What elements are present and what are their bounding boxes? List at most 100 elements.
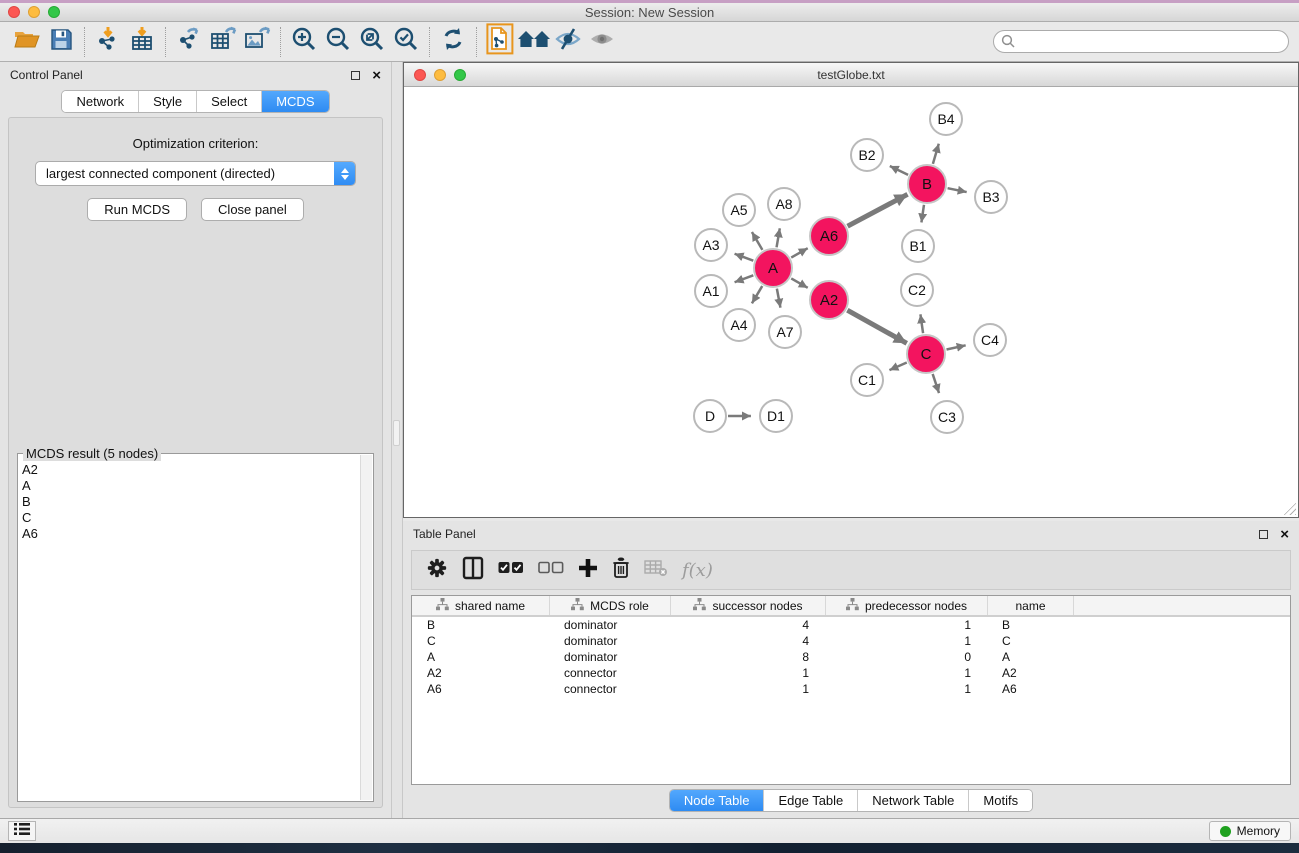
graph-node-C1[interactable]: C1 bbox=[850, 363, 884, 397]
run-mcds-button[interactable]: Run MCDS bbox=[87, 198, 187, 221]
zoom-in-button[interactable] bbox=[287, 26, 321, 58]
memory-button[interactable]: Memory bbox=[1209, 821, 1291, 841]
edge-A-A2[interactable] bbox=[791, 278, 807, 287]
open-session-button[interactable] bbox=[10, 26, 44, 58]
search-input[interactable] bbox=[993, 30, 1289, 53]
close-panel-button[interactable]: Close panel bbox=[201, 198, 304, 221]
add-column-button[interactable] bbox=[578, 558, 598, 583]
tab-edge-table[interactable]: Edge Table bbox=[763, 790, 857, 811]
graph-node-A3[interactable]: A3 bbox=[694, 228, 728, 262]
optimization-criterion-dropdown[interactable]: largest connected component (directed) bbox=[35, 161, 356, 186]
graph-node-C2[interactable]: C2 bbox=[900, 273, 934, 307]
import-table-button[interactable] bbox=[125, 26, 159, 58]
tab-network-table[interactable]: Network Table bbox=[857, 790, 968, 811]
graph-node-A4[interactable]: A4 bbox=[722, 308, 756, 342]
graph-node-A2[interactable]: A2 bbox=[809, 280, 849, 320]
result-item[interactable]: A6 bbox=[22, 526, 359, 542]
graph-node-A1[interactable]: A1 bbox=[694, 274, 728, 308]
column-header-shared-name[interactable]: shared name bbox=[412, 596, 549, 615]
delete-table-button[interactable] bbox=[644, 559, 668, 582]
column-header-MCDS-role[interactable]: MCDS role bbox=[549, 596, 670, 615]
graph-node-C3[interactable]: C3 bbox=[930, 400, 964, 434]
home-pair-button[interactable] bbox=[517, 26, 551, 58]
refresh-button[interactable] bbox=[436, 26, 470, 58]
graph-node-A8[interactable]: A8 bbox=[767, 187, 801, 221]
edge-B-B3[interactable] bbox=[948, 188, 967, 192]
edge-C-C4[interactable] bbox=[947, 345, 966, 349]
close-table-panel-icon[interactable]: × bbox=[1280, 530, 1289, 539]
graph-node-A[interactable]: A bbox=[753, 248, 793, 288]
edge-A-A1[interactable] bbox=[735, 275, 754, 282]
table-row[interactable]: A2connector11A2 bbox=[412, 665, 1290, 681]
edge-A2-C[interactable] bbox=[847, 310, 906, 343]
show-columns-button[interactable] bbox=[462, 556, 484, 585]
network-close-button[interactable] bbox=[414, 69, 426, 81]
column-header-predecessor-nodes[interactable]: predecessor nodes bbox=[825, 596, 987, 615]
edge-B-B2[interactable] bbox=[890, 166, 908, 175]
network-zoom-button[interactable] bbox=[454, 69, 466, 81]
export-image-button[interactable] bbox=[240, 26, 274, 58]
graph-node-B1[interactable]: B1 bbox=[901, 229, 935, 263]
edge-A-A4[interactable] bbox=[752, 286, 762, 303]
export-table-button[interactable] bbox=[206, 26, 240, 58]
column-header-successor-nodes[interactable]: successor nodes bbox=[670, 596, 825, 615]
table-settings-button[interactable] bbox=[426, 557, 448, 584]
zoom-out-button[interactable] bbox=[321, 26, 355, 58]
result-item[interactable]: C bbox=[22, 510, 359, 526]
tab-node-table[interactable]: Node Table bbox=[670, 790, 764, 811]
graph-node-A6[interactable]: A6 bbox=[809, 216, 849, 256]
edge-B-B1[interactable] bbox=[921, 205, 924, 223]
edge-A6-B[interactable] bbox=[848, 194, 908, 226]
select-all-button[interactable] bbox=[498, 561, 524, 580]
zoom-fit-button[interactable] bbox=[355, 26, 389, 58]
graph-node-A7[interactable]: A7 bbox=[768, 315, 802, 349]
close-panel-icon[interactable]: × bbox=[372, 71, 381, 80]
delete-column-button[interactable] bbox=[612, 557, 630, 584]
graph-node-C4[interactable]: C4 bbox=[973, 323, 1007, 357]
divider-handle[interactable] bbox=[393, 420, 400, 446]
table-row[interactable]: Adominator80A bbox=[412, 649, 1290, 665]
zoom-window-button[interactable] bbox=[48, 6, 60, 18]
edge-C-C2[interactable] bbox=[920, 314, 923, 333]
table-row[interactable]: A6connector11A6 bbox=[412, 681, 1290, 697]
graph-node-C[interactable]: C bbox=[906, 334, 946, 374]
deselect-all-button[interactable] bbox=[538, 561, 564, 580]
function-builder-button[interactable]: f(x) bbox=[682, 560, 713, 581]
edge-C-C1[interactable] bbox=[889, 362, 906, 370]
tab-motifs[interactable]: Motifs bbox=[968, 790, 1032, 811]
edge-A-A8[interactable] bbox=[777, 228, 780, 247]
panel-divider[interactable] bbox=[391, 62, 403, 818]
column-header-name[interactable]: name bbox=[987, 596, 1073, 615]
close-window-button[interactable] bbox=[8, 6, 20, 18]
network-document-button[interactable] bbox=[483, 26, 517, 58]
zoom-selected-button[interactable] bbox=[389, 26, 423, 58]
graph-node-B[interactable]: B bbox=[907, 164, 947, 204]
edge-A-A5[interactable] bbox=[752, 232, 762, 250]
network-minimize-button[interactable] bbox=[434, 69, 446, 81]
eye-button[interactable] bbox=[585, 26, 619, 58]
network-canvas[interactable]: B4B2BB3A5A8A6A3AB1A1A2C2A4A7C4C1CC3DD1 bbox=[404, 87, 1298, 517]
edge-C-C3[interactable] bbox=[933, 374, 939, 393]
graph-node-B4[interactable]: B4 bbox=[929, 102, 963, 136]
result-list-scrollbar[interactable] bbox=[360, 455, 372, 800]
minimize-window-button[interactable] bbox=[28, 6, 40, 18]
edge-A-A3[interactable] bbox=[735, 254, 754, 261]
tab-network[interactable]: Network bbox=[62, 91, 138, 112]
result-item[interactable]: B bbox=[22, 494, 359, 510]
graph-node-B3[interactable]: B3 bbox=[974, 180, 1008, 214]
tab-mcds[interactable]: MCDS bbox=[261, 91, 328, 112]
table-row[interactable]: Bdominator41B bbox=[412, 617, 1290, 633]
edge-B-B4[interactable] bbox=[933, 144, 939, 164]
float-table-panel-icon[interactable] bbox=[1259, 530, 1268, 539]
graph-node-A5[interactable]: A5 bbox=[722, 193, 756, 227]
table-row[interactable]: Cdominator41C bbox=[412, 633, 1290, 649]
edge-A-A7[interactable] bbox=[777, 289, 781, 308]
save-session-button[interactable] bbox=[44, 26, 78, 58]
eye-slash-button[interactable] bbox=[551, 26, 585, 58]
edge-A-A6[interactable] bbox=[791, 248, 807, 257]
graph-node-D[interactable]: D bbox=[693, 399, 727, 433]
task-history-button[interactable] bbox=[8, 821, 36, 841]
result-item[interactable]: A bbox=[22, 478, 359, 494]
tab-select[interactable]: Select bbox=[196, 91, 261, 112]
tab-style[interactable]: Style bbox=[138, 91, 196, 112]
